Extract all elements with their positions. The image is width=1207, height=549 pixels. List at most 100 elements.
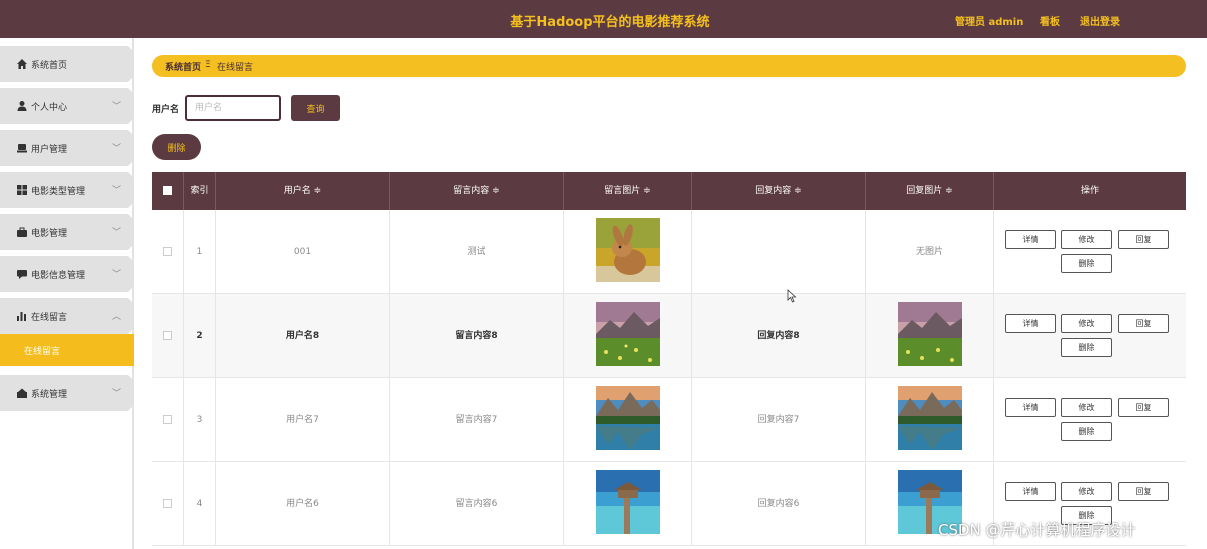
batch-delete-button[interactable]: 删除 bbox=[152, 134, 201, 160]
meadow-image bbox=[898, 302, 962, 366]
watermark: CSDN @芹心计算机程序设计 bbox=[938, 521, 1136, 539]
settings-icon bbox=[17, 388, 27, 398]
row-checkbox[interactable] bbox=[152, 378, 184, 462]
cell-username: 001 bbox=[216, 210, 390, 294]
reply-button[interactable]: 回复 bbox=[1118, 314, 1169, 333]
lake-image bbox=[898, 386, 962, 450]
logout-link[interactable]: 退出登录 bbox=[1080, 13, 1120, 28]
rabbit-image bbox=[596, 218, 660, 282]
sidebar-item-label: 电影管理 bbox=[31, 229, 68, 239]
header-index: 索引 bbox=[184, 172, 216, 210]
breadcrumb: 系统首页 Ξ 在线留言 bbox=[152, 55, 1186, 77]
grid-icon bbox=[17, 185, 27, 195]
chevron-down-icon: ﹀ bbox=[112, 186, 122, 196]
cell-index: 4 bbox=[184, 462, 216, 546]
search-button[interactable]: 查询 bbox=[291, 95, 340, 121]
header-content[interactable]: 留言内容 ≑ bbox=[390, 172, 564, 210]
detail-button[interactable]: 详情 bbox=[1005, 314, 1056, 333]
reply-button[interactable]: 回复 bbox=[1118, 398, 1169, 417]
header-username[interactable]: 用户名 ≑ bbox=[216, 172, 390, 210]
cell-image bbox=[564, 294, 692, 378]
messages-table: 索引 用户名 ≑ 留言内容 ≑ 留言图片 ≑ 回复内容 ≑ 回复图片 ≑ 操作 … bbox=[152, 172, 1186, 549]
breadcrumb-current: 在线留言 bbox=[217, 63, 254, 73]
sidebar-item-system[interactable]: 系统管理 ﹀ bbox=[0, 375, 134, 411]
header-reply[interactable]: 回复内容 ≑ bbox=[692, 172, 866, 210]
sidebar-item-users[interactable]: 用户管理 ﹀ bbox=[0, 130, 134, 166]
top-bar: 基于Hadoop平台的电影推荐系统 管理员 admin 看板 退出登录 bbox=[0, 0, 1207, 38]
table-header: 索引 用户名 ≑ 留言内容 ≑ 留言图片 ≑ 回复内容 ≑ 回复图片 ≑ 操作 bbox=[152, 172, 1186, 210]
chevron-down-icon: ﹀ bbox=[112, 144, 122, 154]
submenu-online-messages[interactable]: 在线留言 bbox=[0, 334, 134, 366]
cell-reply: 回复内容8 bbox=[692, 294, 866, 378]
cell-index: 2 bbox=[184, 294, 216, 378]
table-row: 2 用户名8 留言内容8 回复内容8 详情 修改 回复 删除 bbox=[152, 294, 1186, 378]
detail-button[interactable]: 详情 bbox=[1005, 398, 1056, 417]
cell-content: 留言内容8 bbox=[390, 294, 564, 378]
cell-index: 1 bbox=[184, 210, 216, 294]
sidebar-item-label: 电影类型管理 bbox=[31, 187, 86, 197]
chevron-down-icon: ﹀ bbox=[112, 102, 122, 112]
user-manage-icon bbox=[17, 144, 27, 153]
header-reply-image[interactable]: 回复图片 ≑ bbox=[866, 172, 994, 210]
sidebar-item-movie-types[interactable]: 电影类型管理 ﹀ bbox=[0, 172, 134, 208]
edit-button[interactable]: 修改 bbox=[1061, 482, 1112, 501]
sidebar-item-movies[interactable]: 电影管理 ﹀ bbox=[0, 214, 134, 250]
cell-ops: 详情 修改 回复 删除 bbox=[994, 378, 1186, 462]
cell-image bbox=[564, 210, 692, 294]
chevron-down-icon: ﹀ bbox=[112, 389, 122, 399]
cell-reply-image: 无图片 bbox=[866, 210, 994, 294]
delete-button[interactable]: 删除 bbox=[1061, 422, 1112, 441]
sidebar-item-label: 用户管理 bbox=[31, 145, 68, 155]
row-checkbox[interactable] bbox=[152, 462, 184, 546]
sidebar-item-movie-info[interactable]: 电影信息管理 ﹀ bbox=[0, 256, 134, 292]
row-checkbox[interactable] bbox=[152, 210, 184, 294]
sidebar-item-label: 个人中心 bbox=[31, 103, 68, 113]
reply-button[interactable]: 回复 bbox=[1118, 482, 1169, 501]
board-link[interactable]: 看板 bbox=[1040, 13, 1060, 28]
cell-reply: 回复内容6 bbox=[692, 462, 866, 546]
home-icon bbox=[17, 59, 27, 69]
row-checkbox[interactable] bbox=[152, 294, 184, 378]
briefcase-icon bbox=[17, 227, 27, 237]
sidebar-item-label: 在线留言 bbox=[31, 313, 68, 323]
breadcrumb-home[interactable]: 系统首页 bbox=[165, 60, 201, 73]
cell-username: 用户名6 bbox=[216, 462, 390, 546]
table-row: 1 001 测试 无图片 详情 修改 回复 删除 bbox=[152, 210, 1186, 294]
select-all-checkbox[interactable] bbox=[152, 172, 184, 210]
submenu-label: 在线留言 bbox=[24, 347, 61, 357]
detail-button[interactable]: 详情 bbox=[1005, 482, 1056, 501]
reply-button[interactable]: 回复 bbox=[1118, 230, 1169, 249]
sidebar-item-profile[interactable]: 个人中心 ﹀ bbox=[0, 88, 134, 124]
edit-button[interactable]: 修改 bbox=[1061, 314, 1112, 333]
cell-reply: 回复内容7 bbox=[692, 378, 866, 462]
cell-content: 测试 bbox=[390, 210, 564, 294]
delete-button[interactable]: 删除 bbox=[1061, 254, 1112, 273]
admin-label[interactable]: 管理员 admin bbox=[955, 13, 1023, 28]
cell-reply-image bbox=[866, 378, 994, 462]
cell-content: 留言内容7 bbox=[390, 378, 564, 462]
username-search-input[interactable] bbox=[185, 95, 281, 121]
breadcrumb-separator: Ξ bbox=[205, 60, 211, 70]
cell-reply bbox=[692, 210, 866, 294]
cell-image bbox=[564, 378, 692, 462]
search-label: 用户名 bbox=[152, 105, 180, 115]
edit-button[interactable]: 修改 bbox=[1061, 398, 1112, 417]
sidebar-item-messages[interactable]: 在线留言 ︿ bbox=[0, 298, 134, 334]
sidebar-item-label: 系统首页 bbox=[31, 61, 68, 71]
table-row: 3 用户名7 留言内容7 回复内容7 详情 修改 回复 删除 bbox=[152, 378, 1186, 462]
delete-button[interactable]: 删除 bbox=[1061, 338, 1112, 357]
sidebar-item-label: 系统管理 bbox=[31, 390, 68, 400]
cell-username: 用户名7 bbox=[216, 378, 390, 462]
chevron-up-icon: ︿ bbox=[112, 312, 122, 322]
detail-button[interactable]: 详情 bbox=[1005, 230, 1056, 249]
sidebar-item-label: 电影信息管理 bbox=[31, 271, 86, 281]
message-icon bbox=[17, 270, 27, 279]
bar-chart-icon bbox=[17, 312, 26, 321]
mouse-cursor-icon bbox=[787, 289, 797, 303]
app-title: 基于Hadoop平台的电影推荐系统 bbox=[510, 15, 710, 30]
cell-username: 用户名8 bbox=[216, 294, 390, 378]
lake-image bbox=[596, 386, 660, 450]
edit-button[interactable]: 修改 bbox=[1061, 230, 1112, 249]
sidebar-item-home[interactable]: 系统首页 bbox=[0, 46, 134, 82]
header-image[interactable]: 留言图片 ≑ bbox=[564, 172, 692, 210]
